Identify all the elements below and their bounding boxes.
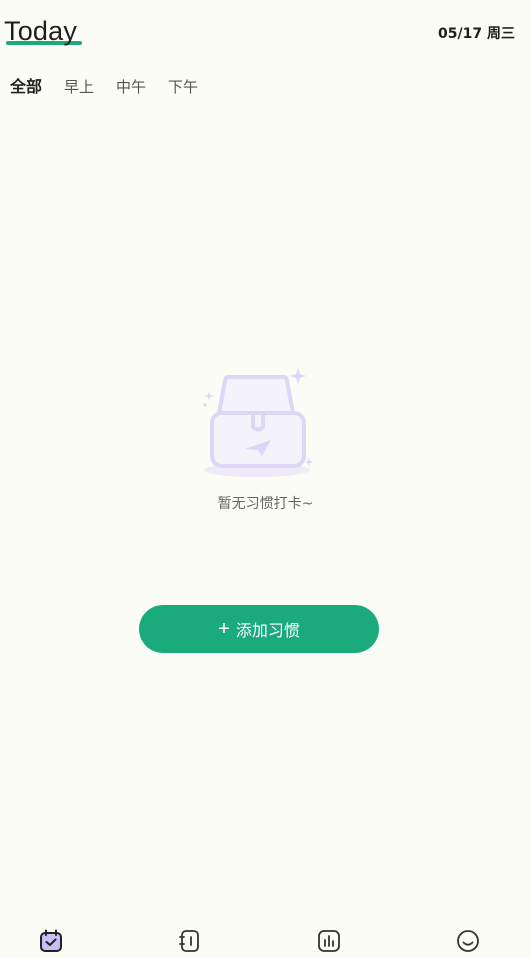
bottom-nav bbox=[0, 920, 531, 958]
tab-morning[interactable]: 早上 bbox=[64, 74, 94, 100]
notebook-icon bbox=[179, 930, 199, 952]
period-tabs: 全部 早上 中午 下午 bbox=[0, 72, 220, 102]
add-habit-label: 添加习惯 bbox=[235, 623, 300, 640]
empty-message: 暂无习惯打卡~ bbox=[217, 496, 314, 512]
date-label: 05/17 周三 bbox=[438, 26, 515, 42]
bar-chart-icon bbox=[318, 930, 340, 952]
page-title: Today bbox=[4, 16, 78, 46]
empty-state: 暂无习惯打卡~ bbox=[0, 365, 531, 515]
nav-today[interactable] bbox=[38, 928, 64, 954]
header: Today 05/17 周三 bbox=[0, 0, 531, 62]
smiley-icon bbox=[457, 930, 479, 952]
calendar-check-icon bbox=[40, 929, 62, 952]
tab-noon[interactable]: 中午 bbox=[116, 74, 146, 100]
page-title-wrap: Today bbox=[4, 14, 82, 48]
tab-all[interactable]: 全部 bbox=[10, 74, 42, 100]
empty-box-icon bbox=[203, 368, 313, 477]
plus-icon: + bbox=[218, 618, 230, 640]
nav-stats[interactable] bbox=[316, 928, 342, 954]
nav-notebook[interactable] bbox=[177, 928, 203, 954]
nav-profile[interactable] bbox=[455, 928, 481, 954]
add-habit-button[interactable]: + 添加习惯 bbox=[139, 605, 379, 653]
tab-afternoon[interactable]: 下午 bbox=[168, 74, 198, 100]
